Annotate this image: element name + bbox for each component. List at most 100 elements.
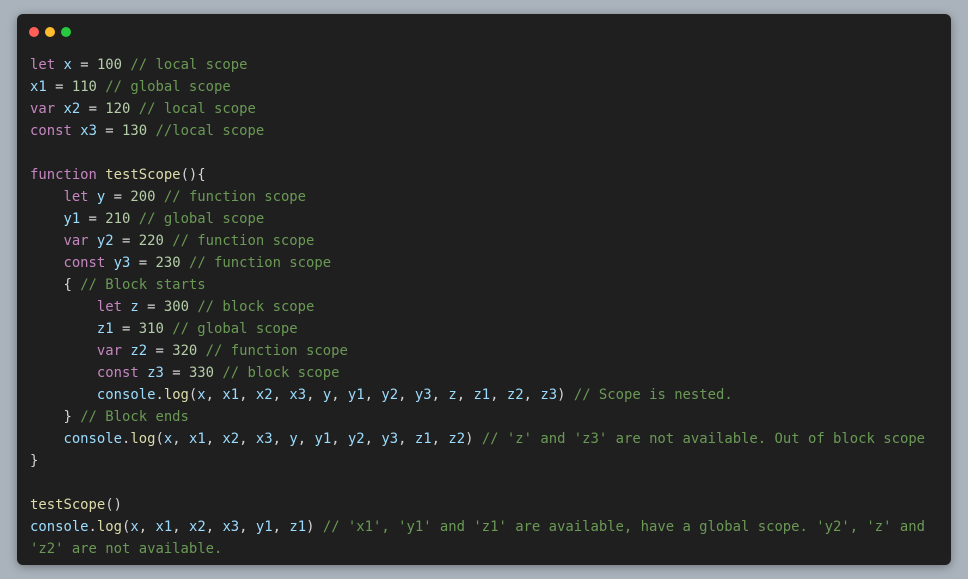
identifier-token: x2 <box>63 101 81 117</box>
comment-token: // function scope <box>205 343 348 359</box>
punctuation-token: ) <box>557 387 574 403</box>
code-line: console.log(x, x1, x2, x3, y, y1, y2, y3… <box>30 428 941 450</box>
identifier-token: x3 <box>222 519 240 535</box>
punctuation-token <box>89 233 97 249</box>
punctuation-token: = <box>80 101 106 117</box>
code-line: var z2 = 320 // function scope <box>30 340 941 362</box>
maximize-window-icon[interactable] <box>61 27 71 37</box>
identifier-token: x1 <box>30 79 47 95</box>
identifier-token: x1 <box>222 387 240 403</box>
punctuation-token: ( <box>155 431 164 447</box>
punctuation-token: , <box>297 431 315 447</box>
punctuation-token <box>147 123 155 139</box>
code-line: let y = 200 // function scope <box>30 186 941 208</box>
identifier-token: y3 <box>414 387 432 403</box>
punctuation-token: = <box>147 343 173 359</box>
keyword-token: let <box>30 57 56 73</box>
identifier-token: z3 <box>147 365 164 381</box>
punctuation-token: , <box>272 431 290 447</box>
punctuation-token <box>72 123 80 139</box>
number-token: 110 <box>71 79 97 95</box>
punctuation-token: } <box>30 409 81 425</box>
comment-token: // Block ends <box>80 409 189 425</box>
punctuation-token: , <box>205 431 223 447</box>
punctuation-token: , <box>172 519 189 535</box>
code-line: } // Block ends <box>30 406 941 428</box>
identifier-token: y1 <box>314 431 332 447</box>
identifier-token: z2 <box>448 431 466 447</box>
punctuation-token: () <box>105 497 123 513</box>
punctuation-token <box>164 233 172 249</box>
code-line: const y3 = 230 // function scope <box>30 252 941 274</box>
punctuation-token: , <box>431 387 449 403</box>
punctuation-token: (){ <box>180 167 206 183</box>
number-token: 130 <box>122 123 148 139</box>
punctuation-token <box>30 255 63 271</box>
punctuation-token <box>105 255 113 271</box>
punctuation-token: = <box>105 189 131 205</box>
identifier-token: y3 <box>113 255 131 271</box>
identifier-token: y2 <box>347 431 365 447</box>
keyword-token: const <box>63 255 106 271</box>
comment-token: // Scope is nested. <box>573 387 733 403</box>
punctuation-token: , <box>239 431 256 447</box>
number-token: 300 <box>163 299 189 315</box>
identifier-token: y <box>322 387 332 403</box>
code-line: 'z2' are not available. <box>30 538 941 560</box>
code-line: function testScope(){ <box>30 164 941 186</box>
punctuation-token: ) <box>306 519 323 535</box>
comment-token: // global scope <box>172 321 298 337</box>
code-line: testScope() <box>30 494 941 516</box>
identifier-token: z <box>448 387 457 403</box>
function-name-token: testScope <box>105 167 181 183</box>
identifier-token: y1 <box>347 387 365 403</box>
number-token: 320 <box>172 343 198 359</box>
punctuation-token: , <box>272 387 290 403</box>
punctuation-token <box>30 233 63 249</box>
keyword-token: function <box>30 167 97 183</box>
identifier-token: z1 <box>414 431 432 447</box>
punctuation-token: , <box>523 387 541 403</box>
punctuation-token: { <box>30 277 81 293</box>
punctuation-token: = <box>138 299 164 315</box>
punctuation-token <box>155 189 163 205</box>
comment-token: // function scope <box>172 233 315 249</box>
identifier-token: console <box>63 431 122 447</box>
comment-token: // function scope <box>163 189 307 205</box>
code-line: x1 = 110 // global scope <box>30 76 941 98</box>
code-line: var y2 = 220 // function scope <box>30 230 941 252</box>
identifier-token: z2 <box>506 387 524 403</box>
punctuation-token <box>181 255 189 271</box>
punctuation-token: , <box>205 387 223 403</box>
comment-token: 'z2' are not available. <box>30 541 223 557</box>
punctuation-token: , <box>398 387 415 403</box>
identifier-token: x <box>130 519 139 535</box>
code-window: let x = 100 // local scope x1 = 110 // gl… <box>17 14 951 565</box>
number-token: 210 <box>105 211 131 227</box>
punctuation-token: = <box>113 321 139 337</box>
punctuation-token: , <box>490 387 507 403</box>
punctuation-token <box>30 189 63 205</box>
punctuation-token <box>30 387 97 403</box>
code-line: console.log(x, x1, x2, x3, y, y1, y2, y3… <box>30 384 941 406</box>
punctuation-token: , <box>138 519 156 535</box>
identifier-token: console <box>96 387 156 403</box>
code-block: let x = 100 // local scope x1 = 110 // gl… <box>30 54 941 560</box>
function-name-token: log <box>163 387 189 403</box>
close-window-icon[interactable] <box>29 27 39 37</box>
punctuation-token <box>164 321 172 337</box>
minimize-window-icon[interactable] <box>45 27 55 37</box>
punctuation-token <box>30 299 97 315</box>
punctuation-token <box>30 343 97 359</box>
number-token: 310 <box>138 321 164 337</box>
keyword-token: const <box>96 365 139 381</box>
identifier-token: y <box>289 431 298 447</box>
punctuation-token: , <box>239 519 256 535</box>
comment-token: // local scope <box>130 57 248 73</box>
identifier-token: z1 <box>289 519 307 535</box>
punctuation-token: = <box>163 365 189 381</box>
identifier-token: x2 <box>222 431 240 447</box>
comment-token: // global scope <box>105 79 231 95</box>
number-token: 200 <box>130 189 156 205</box>
